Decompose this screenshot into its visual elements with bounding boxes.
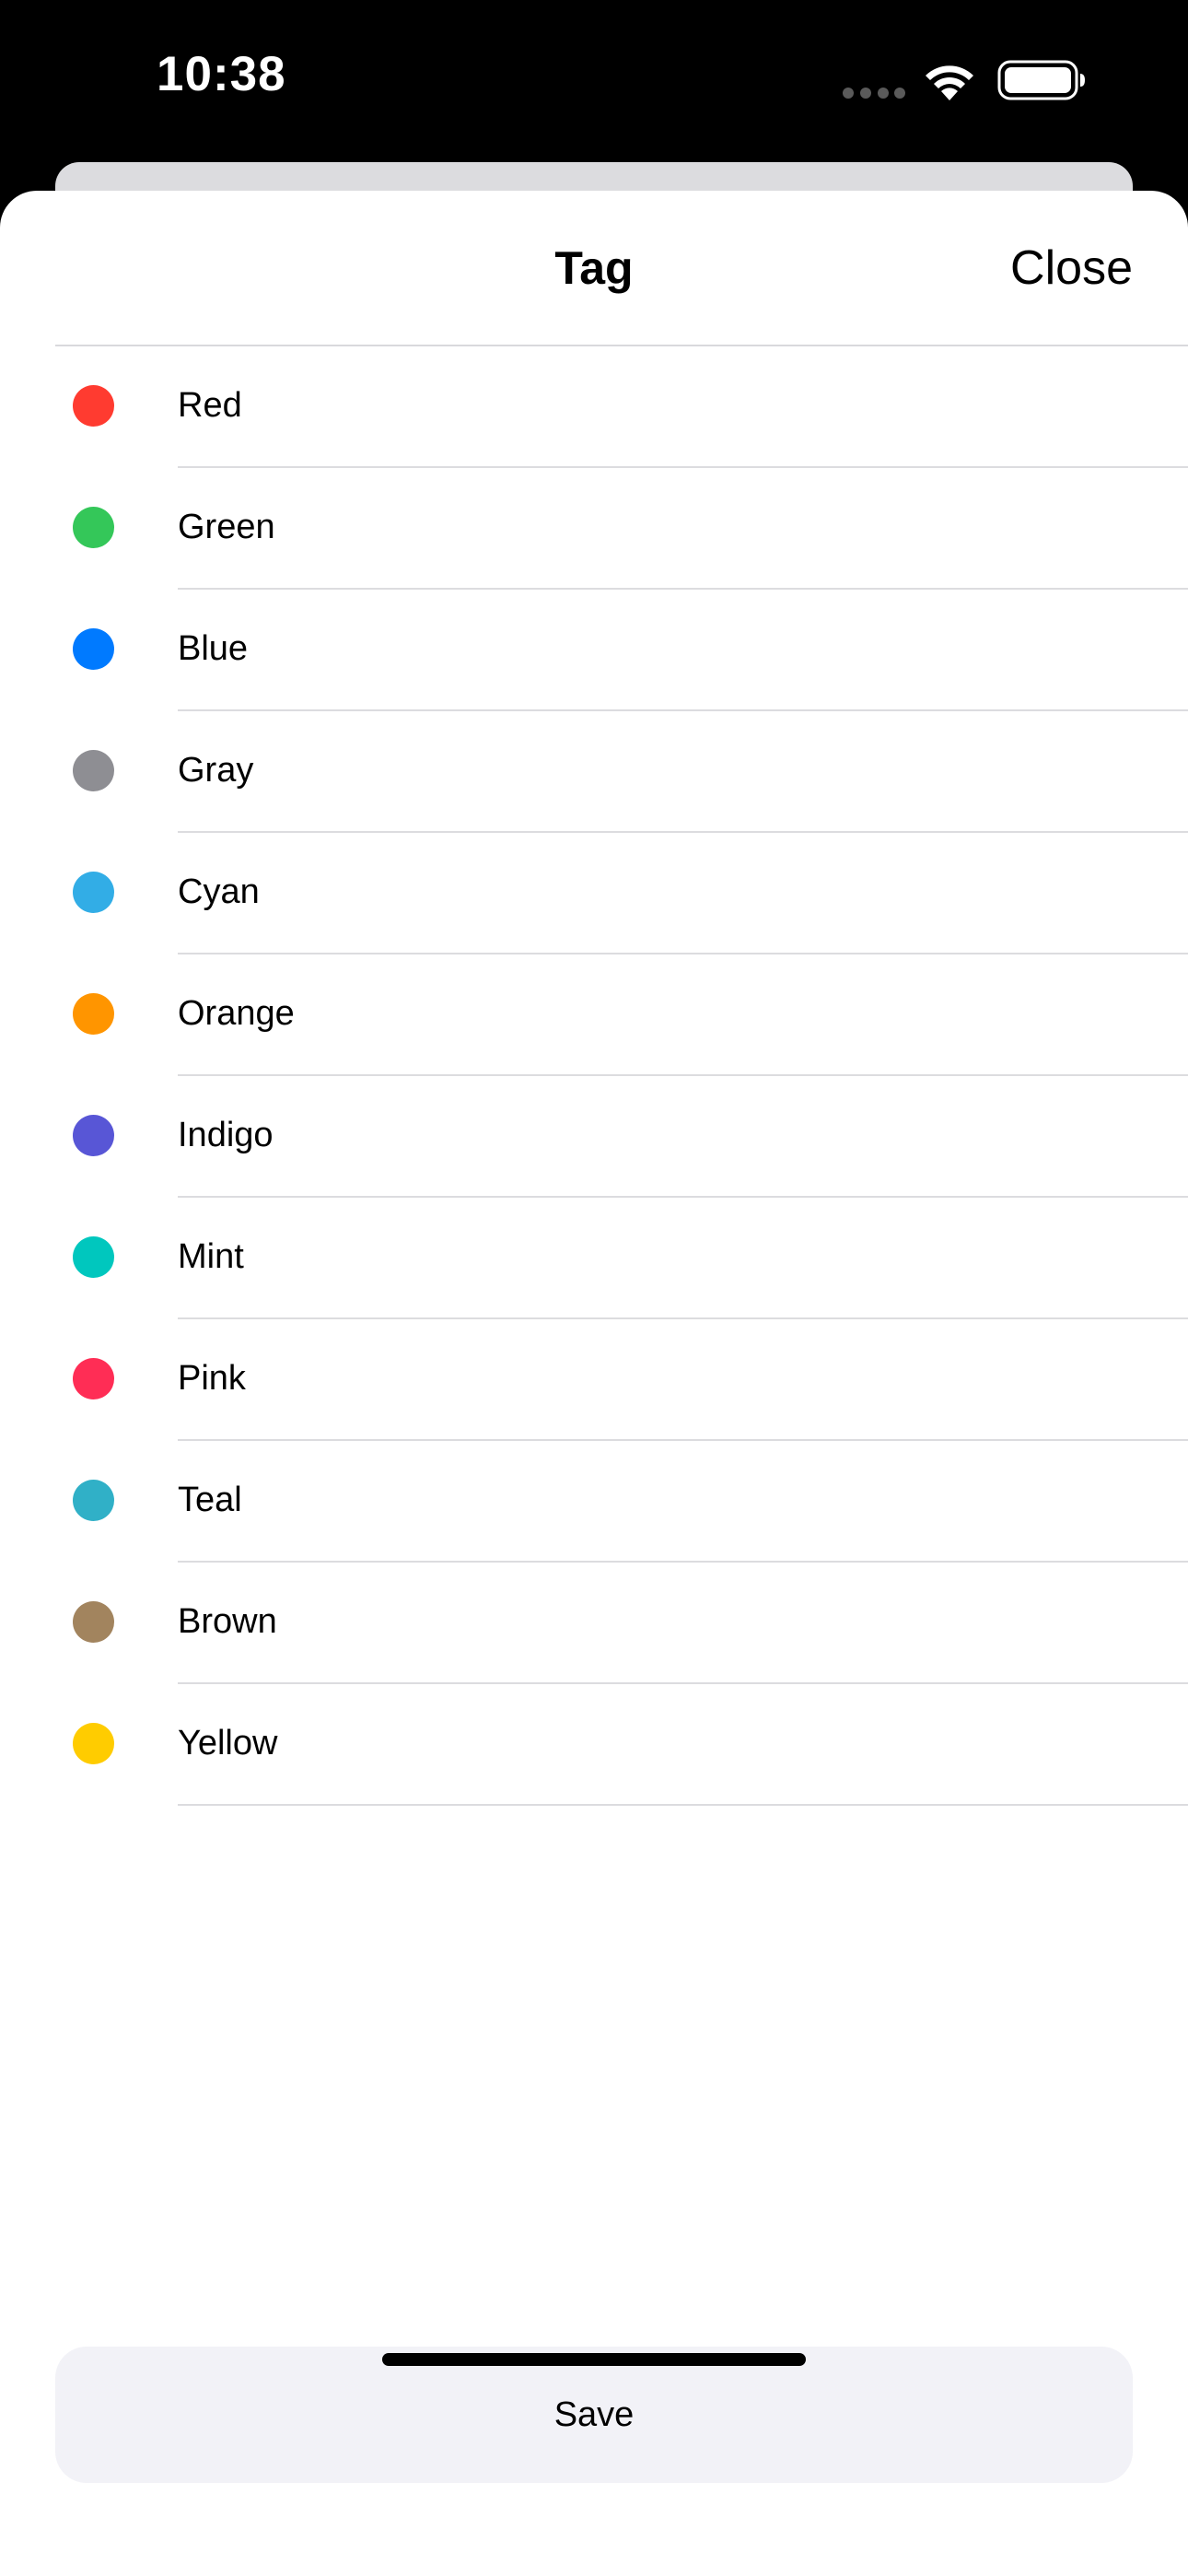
tag-row-gray[interactable]: Gray bbox=[0, 711, 1188, 833]
screen: 10:38 Tag Close Red Green Blue Gray Cyan… bbox=[0, 0, 1188, 2576]
save-button[interactable]: Save bbox=[55, 2347, 1133, 2483]
status-time: 10:38 bbox=[157, 47, 286, 101]
color-dot-icon bbox=[73, 385, 114, 427]
tag-row-green[interactable]: Green bbox=[0, 468, 1188, 590]
color-dot-icon bbox=[73, 507, 114, 548]
tag-label: Green bbox=[178, 508, 275, 546]
color-dot-icon bbox=[73, 993, 114, 1035]
tag-row-yellow[interactable]: Yellow bbox=[0, 1684, 1188, 1806]
tag-label: Mint bbox=[178, 1237, 244, 1276]
tag-row-brown[interactable]: Brown bbox=[0, 1563, 1188, 1684]
color-dot-icon bbox=[73, 1723, 114, 1764]
tag-row-red[interactable]: Red bbox=[0, 346, 1188, 468]
tag-row-pink[interactable]: Pink bbox=[0, 1319, 1188, 1441]
close-button[interactable]: Close bbox=[1010, 240, 1133, 296]
home-indicator bbox=[382, 2353, 806, 2366]
signal-dots-icon bbox=[843, 88, 905, 99]
tag-row-teal[interactable]: Teal bbox=[0, 1441, 1188, 1563]
wifi-icon bbox=[926, 65, 973, 100]
tag-label: Pink bbox=[178, 1359, 246, 1398]
tag-list: Red Green Blue Gray Cyan Orange Indigo M… bbox=[0, 346, 1188, 1806]
tag-row-blue[interactable]: Blue bbox=[0, 590, 1188, 711]
tag-row-orange[interactable]: Orange bbox=[0, 954, 1188, 1076]
color-dot-icon bbox=[73, 1601, 114, 1643]
tag-label: Indigo bbox=[178, 1116, 274, 1154]
tag-row-mint[interactable]: Mint bbox=[0, 1198, 1188, 1319]
tag-label: Brown bbox=[178, 1602, 277, 1641]
color-dot-icon bbox=[73, 628, 114, 670]
tag-label: Orange bbox=[178, 994, 295, 1033]
color-dot-icon bbox=[73, 1480, 114, 1521]
color-dot-icon bbox=[73, 1358, 114, 1399]
row-divider bbox=[178, 1804, 1188, 1806]
color-dot-icon bbox=[73, 750, 114, 791]
tag-label: Blue bbox=[178, 629, 249, 668]
color-dot-icon bbox=[73, 1115, 114, 1156]
color-dot-icon bbox=[73, 872, 114, 913]
tag-label: Red bbox=[178, 386, 242, 425]
tag-row-indigo[interactable]: Indigo bbox=[0, 1076, 1188, 1198]
tag-label: Teal bbox=[178, 1481, 242, 1519]
tag-row-cyan[interactable]: Cyan bbox=[0, 833, 1188, 954]
color-dot-icon bbox=[73, 1236, 114, 1278]
tag-sheet: Tag Close Red Green Blue Gray Cyan Orang… bbox=[0, 191, 1188, 2576]
tag-label: Cyan bbox=[178, 872, 260, 911]
tag-label: Gray bbox=[178, 751, 254, 790]
tag-label: Yellow bbox=[178, 1724, 278, 1762]
battery-icon bbox=[997, 60, 1085, 100]
